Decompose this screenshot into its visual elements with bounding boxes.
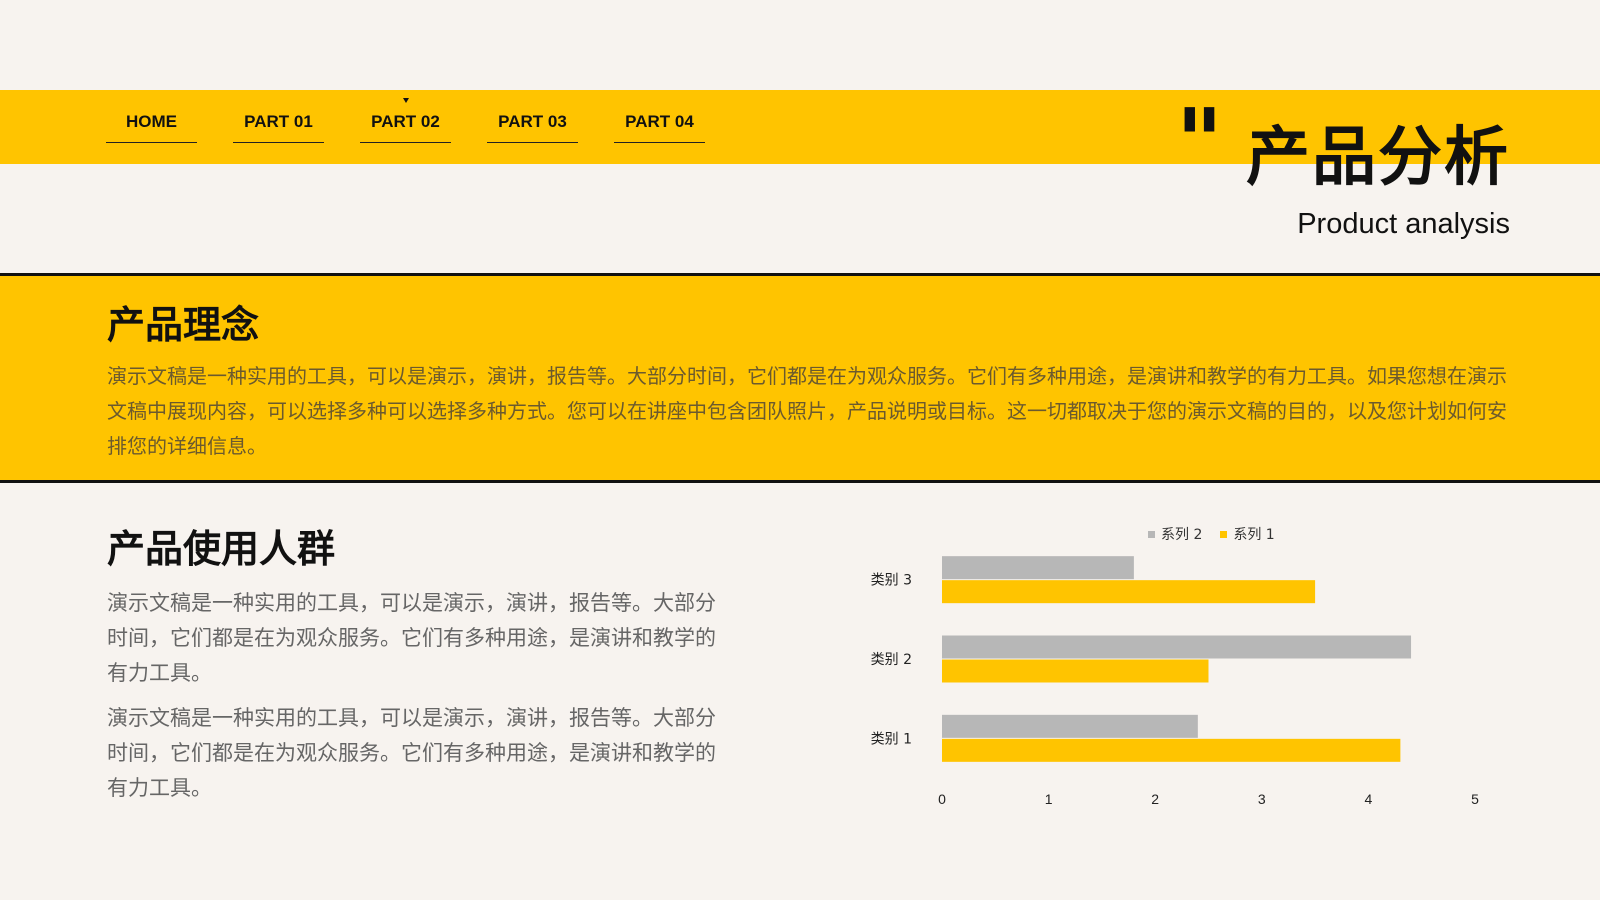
nav-part-04[interactable]: PART 04 [614, 90, 705, 143]
active-indicator-icon [402, 98, 409, 103]
category-label-1: 类别 1 [871, 731, 912, 747]
x-tick-label-2: 2 [1151, 791, 1159, 807]
nav-part-03-label: PART 03 [498, 112, 567, 131]
audience-heading: 产品使用人群 [107, 527, 336, 571]
x-tick-label-4: 4 [1365, 791, 1373, 807]
x-tick-label-5: 5 [1471, 791, 1479, 807]
audience-paragraph-2: 演示文稿是一种实用的工具，可以是演示，演讲，报告等。大部分时间，它们都是在为观众… [107, 706, 716, 800]
bar-series-2-2 [942, 635, 1412, 659]
nav-home-label: HOME [126, 112, 177, 131]
nav-part-04-label: PART 04 [625, 112, 694, 131]
nav-part-03[interactable]: PART 03 [487, 90, 578, 143]
nav-part-01[interactable]: PART 01 [233, 90, 324, 143]
bar-series-2-1 [942, 714, 1198, 738]
nav-part-02-label: PART 02 [371, 112, 440, 131]
quote-mark-icon: " [1176, 90, 1223, 195]
audience-paragraph-1: 演示文稿是一种实用的工具，可以是演示，演讲，报告等。大部分时间，它们都是在为观众… [107, 591, 716, 685]
bar-chart: 类别 1 类别 2 类别 3 0 1 2 3 4 5 [871, 556, 1479, 807]
concept-heading: 产品理念 [107, 303, 260, 347]
nav-home[interactable]: HOME [106, 90, 197, 143]
bar-series-1-3 [942, 580, 1316, 604]
nav-part-02[interactable]: PART 02 [360, 90, 451, 143]
bar-series-2-3 [942, 556, 1134, 580]
x-tick-label-1: 1 [1045, 791, 1053, 807]
page-title: 产品分析 [1246, 121, 1510, 195]
page-subtitle: Product analysis [1297, 208, 1510, 240]
x-tick-label-3: 3 [1258, 791, 1266, 807]
bar-series-1-1 [942, 738, 1401, 762]
category-label-3: 类别 3 [871, 573, 912, 589]
concept-body: 演示文稿是一种实用的工具，可以是演示，演讲，报告等。大部分时间，它们都是在为观众… [107, 364, 1507, 458]
x-tick-label-0: 0 [938, 791, 946, 807]
bar-series-1-2 [942, 659, 1209, 683]
nav-part-01-label: PART 01 [244, 112, 313, 131]
category-label-2: 类别 2 [871, 652, 912, 668]
top-nav: HOME PART 01 PART 02 PART 03 PART 04 [106, 90, 705, 164]
